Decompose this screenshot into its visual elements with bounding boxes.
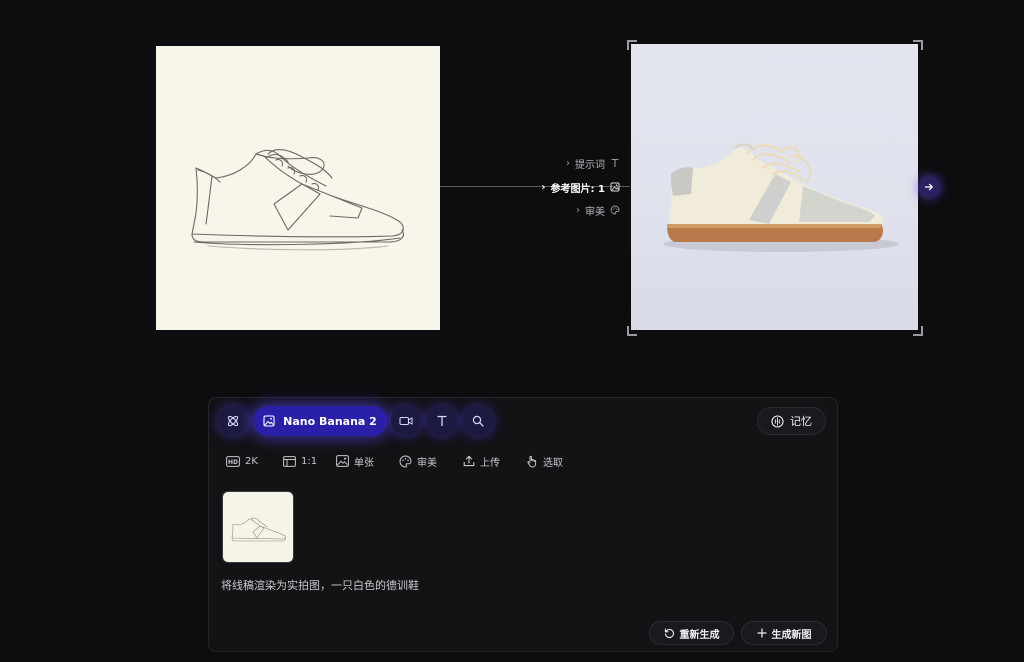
generate-new-button[interactable]: 生成新图 [741, 621, 827, 645]
select-label: 选取 [543, 457, 563, 469]
memory-button[interactable]: 记忆 [757, 407, 826, 435]
refresh-icon [664, 628, 674, 638]
regenerate-button[interactable]: 重新生成 [649, 621, 734, 645]
text-icon [610, 158, 620, 168]
pointer-icon [527, 455, 537, 467]
video-mode-button[interactable] [391, 406, 421, 436]
upload-icon [463, 455, 475, 467]
text-icon [437, 415, 447, 426]
aesthetic-option[interactable]: 审美 [399, 453, 437, 469]
param-aesthetic[interactable]: › 审美 [576, 202, 620, 218]
memory-label: 记忆 [790, 415, 812, 428]
param-aesthetic-label: 审美 [585, 206, 605, 218]
shoe-sketch-illustration [191, 149, 405, 251]
param-reference-image-label: 参考图片: 1 [550, 183, 605, 195]
resolution-label: 2K [245, 455, 258, 467]
arrow-right-icon [924, 183, 933, 191]
chevron-right-icon: › [576, 204, 580, 216]
aspect-ratio-option[interactable]: 1:1 [283, 453, 317, 469]
search-icon [472, 415, 484, 427]
search-mode-button[interactable] [463, 406, 493, 436]
image-icon [263, 415, 275, 427]
regenerate-label: 重新生成 [679, 629, 720, 641]
next-arrow-button[interactable] [920, 178, 938, 196]
aesthetic-label: 审美 [417, 457, 437, 469]
chevron-right-icon: › [541, 181, 546, 193]
sketch-image-card[interactable] [156, 46, 440, 330]
palette-icon [399, 454, 412, 468]
image-icon [336, 455, 349, 467]
text-mode-button[interactable] [427, 406, 457, 436]
upload-label: 上传 [480, 457, 500, 469]
param-prompt[interactable]: › 提示词 [566, 155, 620, 171]
memory-icon [771, 414, 784, 428]
param-prompt-label: 提示词 [575, 159, 605, 171]
model-selector-button[interactable]: Nano Banana 2 [253, 406, 387, 436]
model-name-label: Nano Banana 2 [283, 414, 377, 428]
param-reference-image[interactable]: › 参考图片: 1 [541, 179, 620, 195]
image-count-option[interactable]: 单张 [336, 453, 374, 469]
image-count-label: 单张 [354, 457, 374, 469]
upload-option[interactable]: 上传 [463, 453, 500, 469]
hd-icon: HD [226, 455, 240, 467]
aspect-ratio-icon [283, 455, 296, 467]
plus-icon [756, 628, 767, 638]
aspect-ratio-label: 1:1 [301, 455, 318, 467]
video-camera-icon [399, 416, 413, 426]
palette-icon [610, 205, 620, 215]
select-option[interactable]: 选取 [526, 453, 563, 469]
svg-text:HD: HD [228, 459, 238, 466]
shoe-photo-illustration [663, 143, 899, 252]
shoe-sketch-thumbnail [231, 517, 286, 542]
generate-new-label: 生成新图 [771, 629, 812, 641]
agent-mode-button[interactable] [218, 406, 248, 436]
prompt-text[interactable]: 将线稿渲染为实拍图，一只白色的德训鞋 [221, 577, 419, 593]
resolution-option[interactable]: HD 2K [226, 453, 258, 469]
chevron-right-icon: › [566, 157, 570, 169]
atom-icon [227, 415, 239, 427]
image-icon [610, 182, 620, 192]
generated-photo-card[interactable] [631, 44, 918, 330]
reference-image-thumbnail[interactable] [222, 491, 294, 563]
